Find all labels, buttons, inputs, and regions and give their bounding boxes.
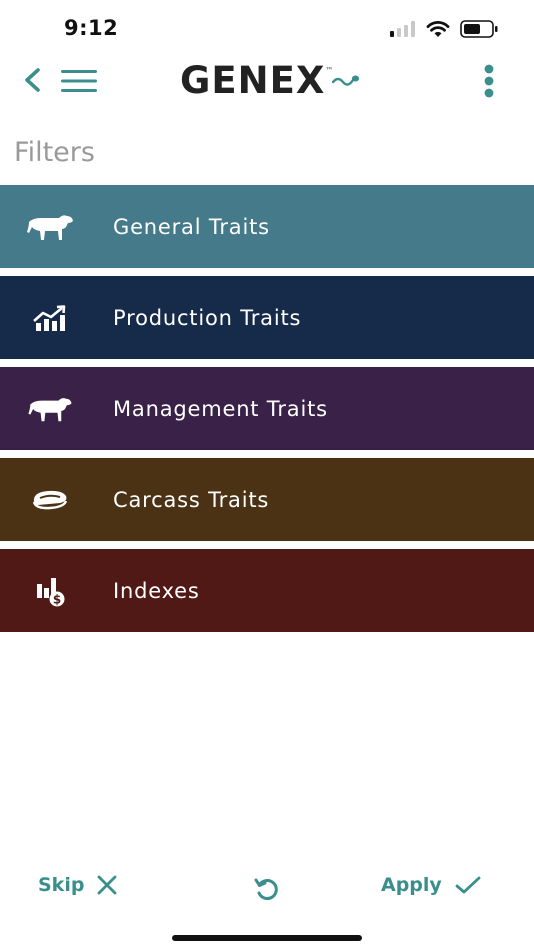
- cow-icon: [24, 391, 76, 427]
- steak-icon: [24, 482, 76, 518]
- close-icon: [98, 875, 117, 895]
- wifi-icon: [426, 20, 450, 37]
- filter-management-traits[interactable]: Management Traits: [0, 367, 534, 450]
- filters-title: Filters: [14, 137, 95, 168]
- check-icon: [455, 876, 481, 894]
- trending-chart-icon: [24, 300, 76, 336]
- refresh-icon: [254, 878, 278, 900]
- status-time: 9:12: [64, 16, 119, 40]
- hamburger-menu-icon: [61, 70, 97, 92]
- menu-button[interactable]: [60, 68, 98, 94]
- chevron-left-icon: [25, 68, 40, 92]
- filter-production-traits[interactable]: Production Traits: [0, 276, 534, 359]
- bottom-bar: Skip Apply: [0, 860, 534, 916]
- reset-button[interactable]: [252, 874, 282, 904]
- logo-text: GENEX: [180, 58, 326, 102]
- cellular-signal-icon: [390, 21, 415, 37]
- vertical-ellipsis-icon: [484, 64, 494, 98]
- filter-indexes[interactable]: $ Indexes: [0, 549, 534, 632]
- status-bar: 9:12: [0, 0, 534, 56]
- filter-label: Carcass Traits: [113, 487, 270, 512]
- bar-chart-dollar-icon: $: [24, 573, 76, 609]
- apply-label: Apply: [381, 874, 442, 896]
- cow-icon: [24, 209, 76, 245]
- home-indicator: [172, 935, 362, 941]
- filter-list: General Traits Production Traits Managem…: [0, 185, 534, 640]
- skip-button[interactable]: Skip: [38, 874, 118, 896]
- filter-label: Indexes: [113, 578, 200, 603]
- filter-label: Management Traits: [113, 396, 328, 421]
- filter-carcass-traits[interactable]: Carcass Traits: [0, 458, 534, 541]
- back-button[interactable]: [20, 64, 46, 96]
- app-bar: GENEX ™: [0, 56, 534, 106]
- filter-label: General Traits: [113, 214, 270, 239]
- filter-label: Production Traits: [113, 305, 302, 330]
- battery-icon: [460, 20, 498, 38]
- status-icons: [390, 20, 498, 38]
- filter-general-traits[interactable]: General Traits: [0, 185, 534, 268]
- apply-button[interactable]: Apply: [381, 874, 482, 896]
- sperm-mark-icon: [332, 75, 360, 86]
- genex-logo: GENEX ™: [180, 58, 361, 102]
- svg-text:$: $: [53, 592, 61, 606]
- skip-label: Skip: [38, 874, 85, 896]
- more-options-button[interactable]: [478, 64, 500, 98]
